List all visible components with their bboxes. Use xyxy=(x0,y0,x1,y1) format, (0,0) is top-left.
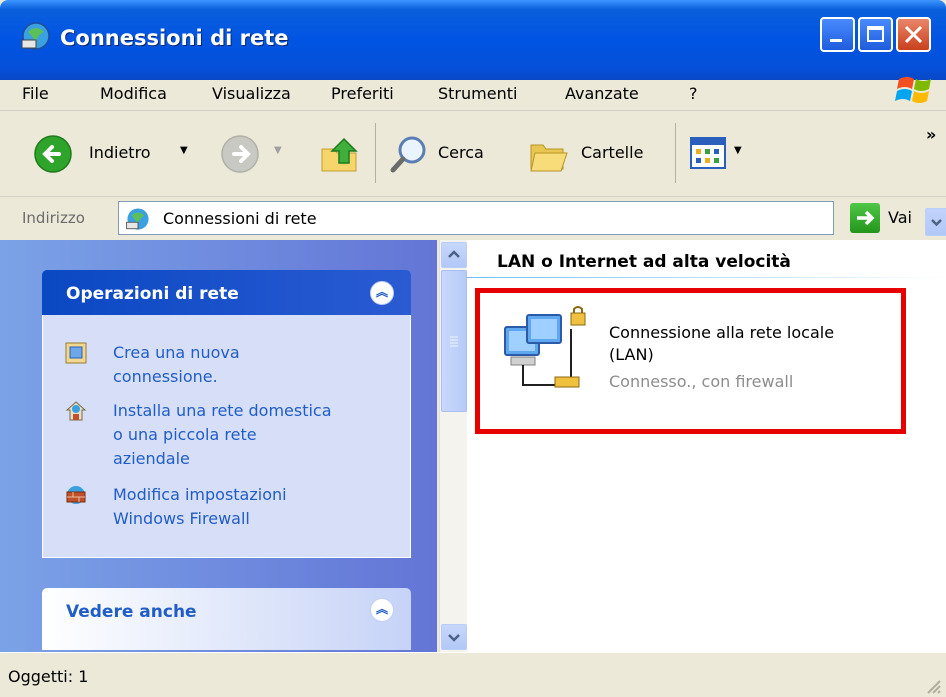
menu-bar: File Modifica Visualizza Preferiti Strum… xyxy=(0,80,946,111)
see-also-title: Vedere anche xyxy=(66,602,197,622)
toolbar: Indietro ▼ ▼ Cerca Cartelle ▼ » xyxy=(0,111,946,197)
minimize-button[interactable] xyxy=(820,17,855,52)
address-dropdown-button[interactable] xyxy=(925,208,946,236)
address-value: Connessioni di rete xyxy=(163,209,317,228)
folders-button[interactable]: Cartelle xyxy=(527,131,667,175)
content-area: LAN o Internet ad alta velocità Connessi… xyxy=(467,240,946,652)
chevron-down-icon xyxy=(448,634,460,642)
scroll-up-button[interactable] xyxy=(441,242,467,268)
resize-grip-icon[interactable] xyxy=(924,677,942,695)
address-bar: Indirizzo Connessioni di rete Vai xyxy=(0,197,946,240)
back-label: Indietro xyxy=(89,143,151,162)
address-label: Indirizzo xyxy=(22,209,85,227)
title-bar[interactable]: Connessioni di rete xyxy=(0,0,946,80)
folders-label: Cartelle xyxy=(581,143,644,162)
maximize-icon xyxy=(867,26,884,42)
chevron-up-icon xyxy=(448,250,460,258)
scroll-down-button[interactable] xyxy=(441,624,467,650)
network-connections-icon xyxy=(126,208,149,230)
menu-strumenti[interactable]: Strumenti xyxy=(438,84,517,103)
connection-name: Connessione alla rete locale (LAN) xyxy=(609,322,834,366)
forward-dropdown-icon[interactable]: ▼ xyxy=(274,145,282,156)
menu-file[interactable]: File xyxy=(22,84,49,103)
collapse-icon[interactable]: ︽ xyxy=(370,281,394,305)
toolbar-separator xyxy=(375,123,376,183)
minimize-icon xyxy=(830,39,842,42)
views-icon xyxy=(690,137,726,169)
menu-modifica[interactable]: Modifica xyxy=(100,84,167,103)
toolbar-separator xyxy=(675,123,676,183)
close-icon xyxy=(904,25,923,44)
task-label-line: Modifica impostazioni xyxy=(113,485,287,504)
grip-icon xyxy=(450,336,458,347)
go-button[interactable] xyxy=(850,203,880,233)
lan-connection-icon xyxy=(504,306,586,388)
task-label-line: Crea una nuova xyxy=(113,343,240,362)
window-title: Connessioni di rete xyxy=(60,26,289,50)
search-icon xyxy=(390,136,426,173)
network-connections-icon xyxy=(21,22,50,50)
maximize-button[interactable] xyxy=(858,17,893,52)
lan-connection-item[interactable]: Connessione alla rete locale (LAN) Conne… xyxy=(495,302,895,422)
views-dropdown-icon[interactable]: ▼ xyxy=(734,145,742,156)
menu-help[interactable]: ? xyxy=(689,84,698,103)
chevron-down-icon xyxy=(931,219,942,227)
new-connection-icon xyxy=(65,342,87,364)
menu-preferiti[interactable]: Preferiti xyxy=(331,84,394,103)
network-tasks-header[interactable]: Operazioni di rete ︽ xyxy=(42,270,411,315)
forward-button[interactable]: ▼ xyxy=(220,131,300,175)
task-label-line: o una piccola rete xyxy=(113,425,257,444)
status-bar: Oggetti: 1 xyxy=(0,652,946,697)
go-arrow-icon xyxy=(857,210,875,226)
menu-avanzate[interactable]: Avanzate xyxy=(565,84,639,103)
address-input[interactable]: Connessioni di rete xyxy=(118,201,946,236)
task-label-line: connessione. xyxy=(113,367,218,386)
scroll-thumb[interactable] xyxy=(441,270,467,412)
back-dropdown-icon[interactable]: ▼ xyxy=(180,145,188,156)
network-tasks-title: Operazioni di rete xyxy=(66,284,239,304)
toolbar-overflow-chevron[interactable]: » xyxy=(926,125,936,144)
task-label-line: Installa una rete domestica xyxy=(113,401,332,420)
go-label[interactable]: Vai xyxy=(888,208,912,227)
task-label-line: aziendale xyxy=(113,449,190,468)
menu-visualizza[interactable]: Visualizza xyxy=(212,84,291,103)
group-header: LAN o Internet ad alta velocità xyxy=(497,252,791,272)
status-text: Oggetti: 1 xyxy=(8,667,89,686)
search-button[interactable]: Cerca xyxy=(388,131,523,175)
task-label-line: Windows Firewall xyxy=(113,509,250,528)
network-tasks-panel: Crea una nuova connessione. Installa una… xyxy=(42,315,411,558)
views-button[interactable]: ▼ xyxy=(690,133,760,173)
connection-name-line1: Connessione alla rete locale xyxy=(609,323,835,342)
group-divider xyxy=(467,277,946,278)
back-arrow-icon xyxy=(34,135,72,173)
connection-name-line2: (LAN) xyxy=(609,345,654,364)
search-label: Cerca xyxy=(438,143,484,162)
firewall-icon xyxy=(66,486,86,504)
see-also-header[interactable]: Vedere anche ︽ xyxy=(42,588,411,650)
up-folder-icon[interactable] xyxy=(318,133,362,177)
home-network-icon xyxy=(65,401,87,421)
windows-logo-icon xyxy=(895,77,931,103)
back-button[interactable]: Indietro ▼ xyxy=(33,131,203,175)
connection-status: Connesso., con firewall xyxy=(609,372,794,391)
folders-icon xyxy=(530,144,568,172)
vertical-scrollbar[interactable] xyxy=(439,240,467,652)
collapse-icon[interactable]: ︽ xyxy=(370,598,394,622)
close-button[interactable] xyxy=(896,17,931,52)
forward-arrow-icon xyxy=(221,135,259,173)
